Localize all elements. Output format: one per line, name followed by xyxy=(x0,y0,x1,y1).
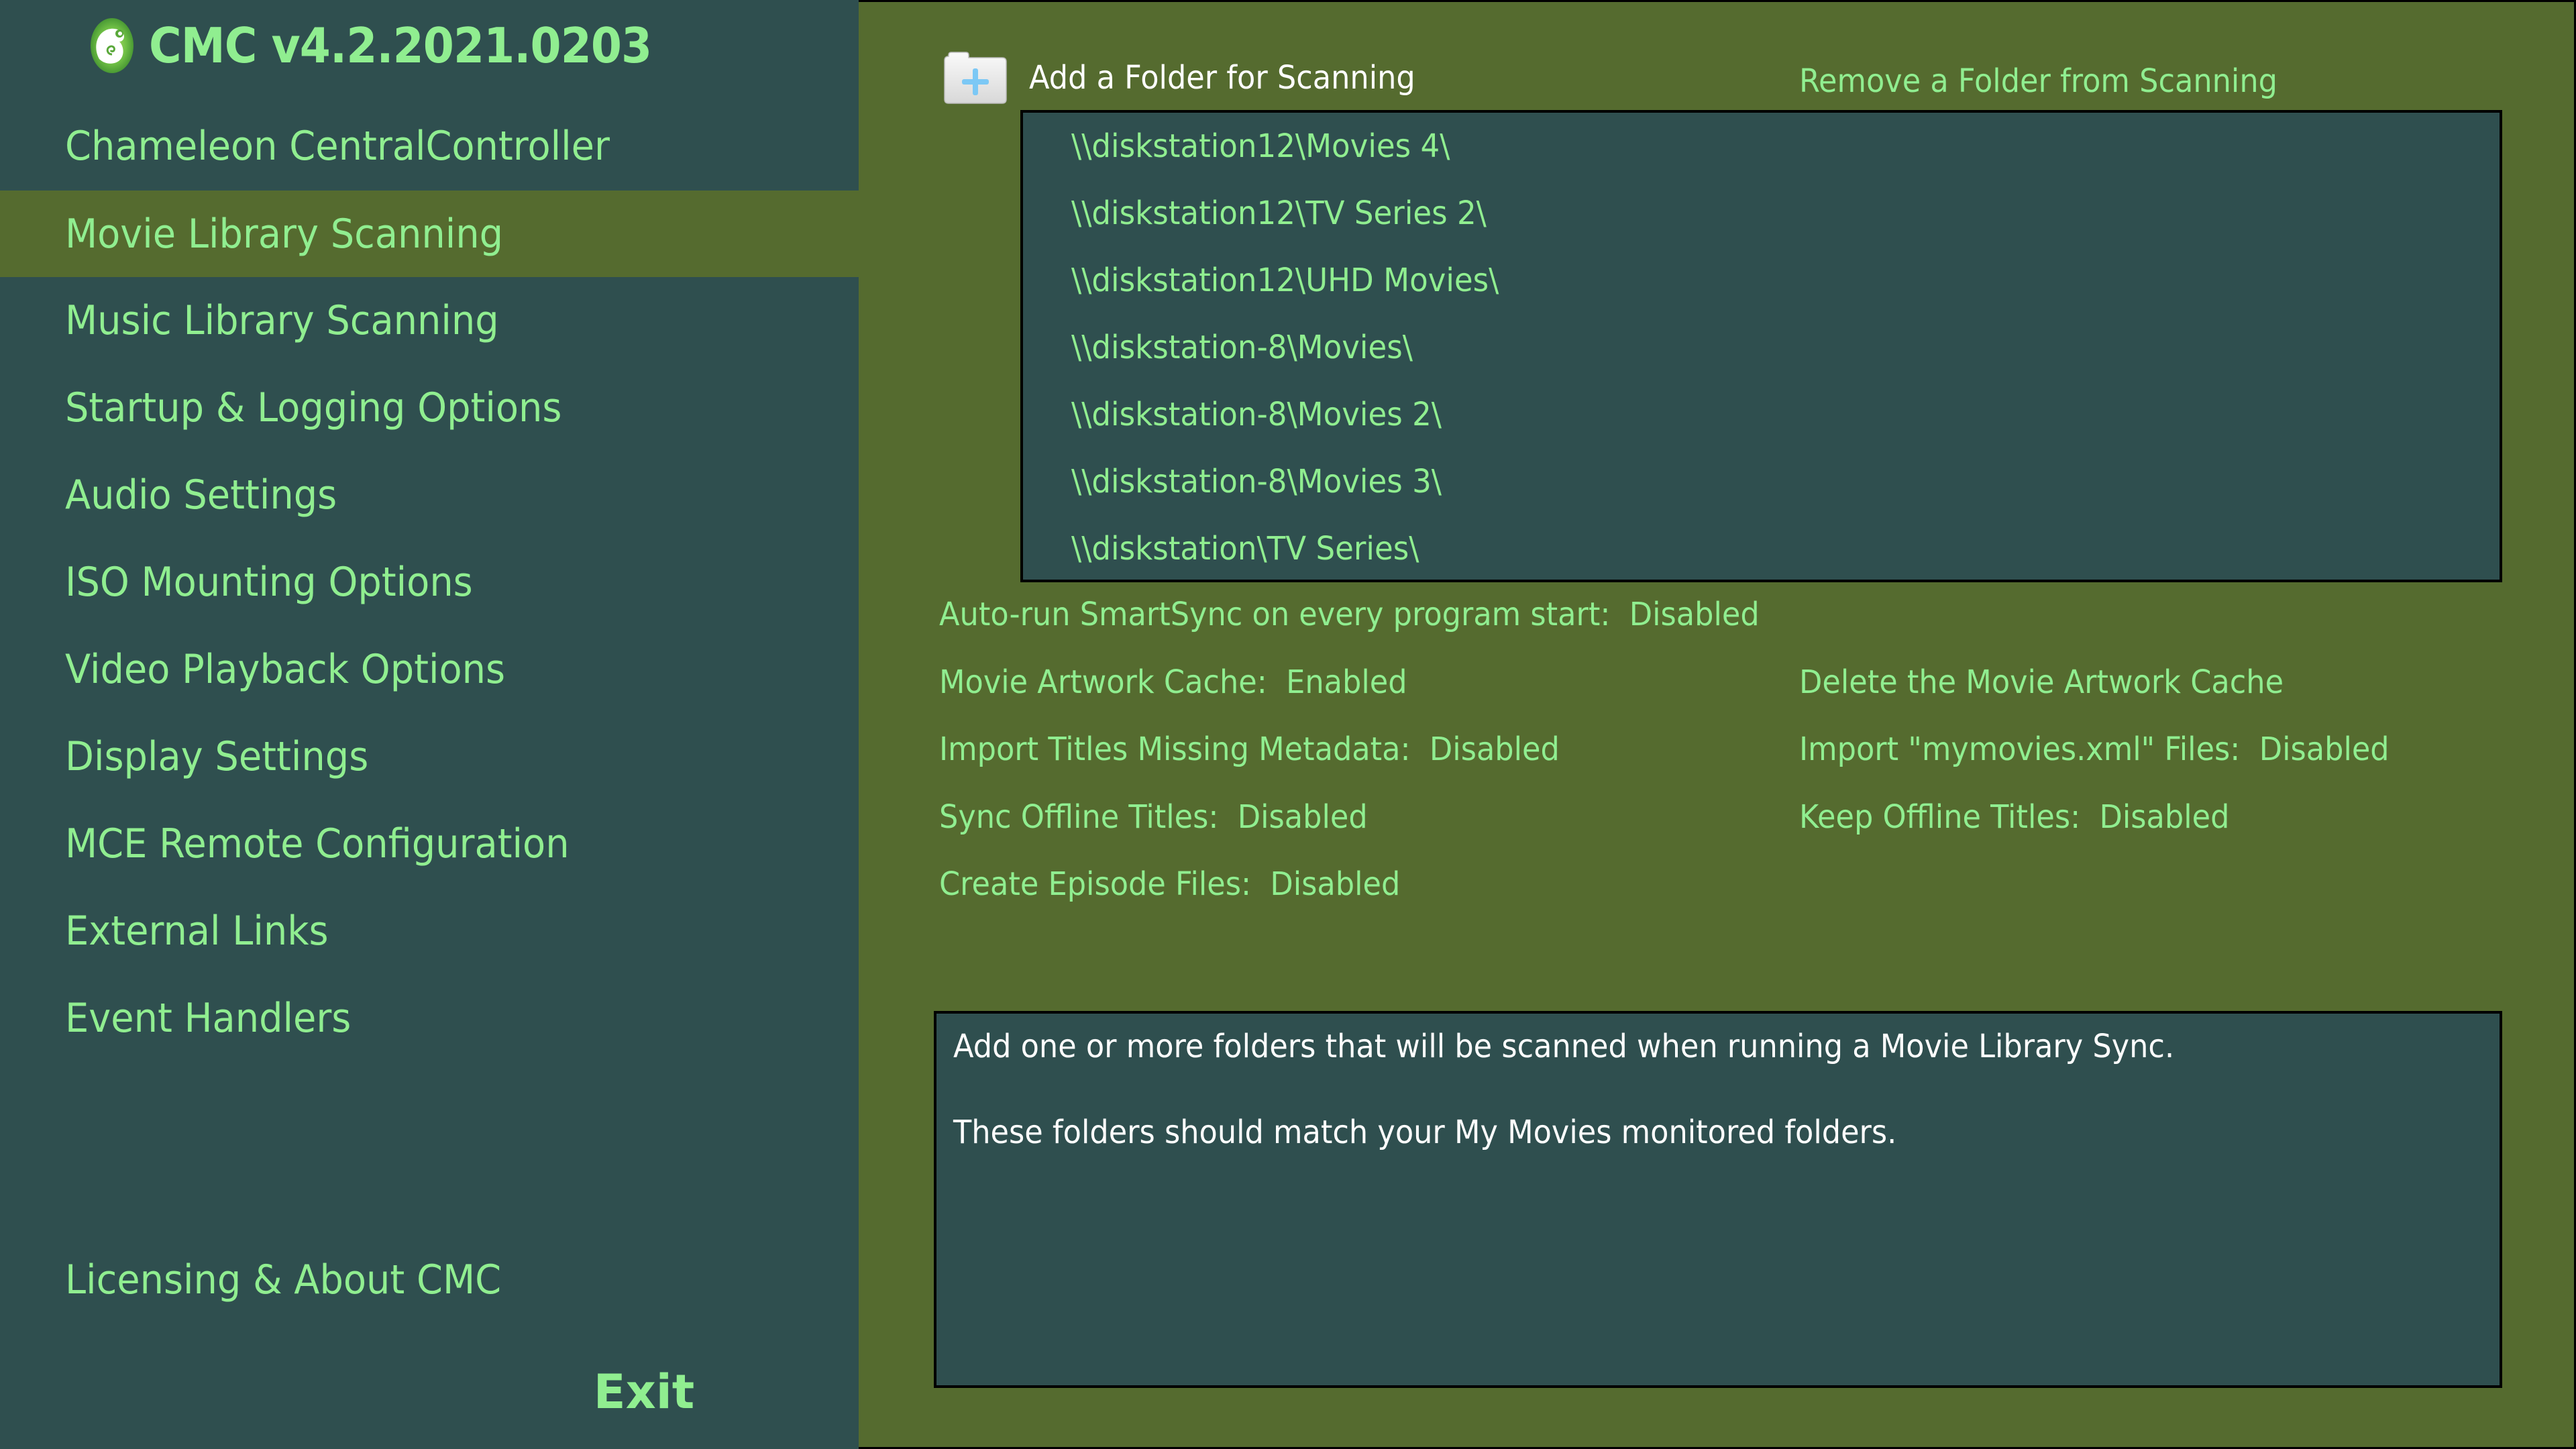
chameleon-logo-icon xyxy=(91,18,133,73)
sidebar-item-label: Video Playback Options xyxy=(65,646,506,693)
setting-value: Disabled xyxy=(1270,865,1401,903)
sidebar-item-label: Licensing & About CMC xyxy=(65,1256,502,1303)
setting-keep-offline-titles[interactable]: Keep Offline Titles: Disabled xyxy=(1799,794,2229,841)
setting-import-titles-missing-metadata[interactable]: Import Titles Missing Metadata: Disabled xyxy=(939,726,1560,773)
setting-import-mymovies-xml[interactable]: Import "mymovies.xml" Files: Disabled xyxy=(1799,726,2390,773)
setting-label: Sync Offline Titles: xyxy=(939,798,1219,836)
setting-value: Enabled xyxy=(1286,663,1407,701)
sidebar-item-label: Music Library Scanning xyxy=(65,297,499,344)
setting-movie-artwork-cache[interactable]: Movie Artwork Cache: Enabled xyxy=(939,659,1407,706)
sidebar-item-event-handlers[interactable]: Event Handlers xyxy=(0,975,859,1062)
sidebar-item-video-playback-options[interactable]: Video Playback Options xyxy=(0,626,859,713)
delete-artwork-cache-link[interactable]: Delete the Movie Artwork Cache xyxy=(1799,659,2284,706)
folder-list-item[interactable]: \\diskstation12\UHD Movies\ xyxy=(1071,250,1499,311)
remove-folder-link[interactable]: Remove a Folder from Scanning xyxy=(1799,61,2277,101)
folder-list-item[interactable]: \\diskstation-8\Movies 3\ xyxy=(1071,451,1442,512)
sidebar-item-label: Startup & Logging Options xyxy=(65,384,562,431)
setting-label: Create Episode Files: xyxy=(939,865,1252,903)
setting-create-episode-files[interactable]: Create Episode Files: Disabled xyxy=(939,861,1400,908)
sidebar-item-label: MCE Remote Configuration xyxy=(65,820,570,867)
setting-value: Disabled xyxy=(2099,798,2230,836)
setting-label: Movie Artwork Cache: xyxy=(939,663,1267,701)
folder-list-item[interactable]: \\diskstation12\TV Series 2\ xyxy=(1071,183,1487,244)
description-box: Add one or more folders that will be sca… xyxy=(934,1011,2502,1388)
add-folder-button[interactable]: Add a Folder for Scanning xyxy=(943,48,1444,108)
folder-list-item[interactable]: \\diskstation-8\Movies\ xyxy=(1071,317,1413,378)
sidebar-item-label: External Links xyxy=(65,908,329,955)
setting-label: Auto-run SmartSync on every program star… xyxy=(939,596,1611,633)
setting-auto-run-smartsync[interactable]: Auto-run SmartSync on every program star… xyxy=(939,591,1760,638)
sidebar-item-label: Audio Settings xyxy=(65,472,337,519)
sidebar-item-label: Display Settings xyxy=(65,733,369,780)
setting-label: Import "mymovies.xml" Files: xyxy=(1799,731,2241,768)
folder-list[interactable]: \\diskstation12\Movies 4\ \\diskstation1… xyxy=(1020,110,2502,582)
main-panel: Add a Folder for Scanning Remove a Folde… xyxy=(859,0,2576,1449)
setting-label: Import Titles Missing Metadata: xyxy=(939,731,1411,768)
setting-value: Disabled xyxy=(1429,731,1560,768)
sidebar-item-startup-logging-options[interactable]: Startup & Logging Options xyxy=(0,364,859,451)
sidebar-item-external-links[interactable]: External Links xyxy=(0,888,859,975)
sidebar-item-audio-settings[interactable]: Audio Settings xyxy=(0,451,859,539)
folder-list-item[interactable]: \\diskstation12\Movies 4\ xyxy=(1071,116,1450,176)
sidebar-item-movie-library-scanning[interactable]: Movie Library Scanning xyxy=(0,191,859,277)
sidebar: CMC v4.2.2021.0203 Chameleon CentralCont… xyxy=(0,0,859,1449)
folder-list-item[interactable]: \\diskstation\TV Series\ xyxy=(1071,519,1419,579)
sidebar-item-label: ISO Mounting Options xyxy=(65,559,473,606)
sidebar-item-music-library-scanning[interactable]: Music Library Scanning xyxy=(0,277,859,364)
sidebar-item-label: Chameleon CentralController xyxy=(65,123,610,170)
setting-sync-offline-titles[interactable]: Sync Offline Titles: Disabled xyxy=(939,794,1368,841)
setting-value: Disabled xyxy=(1629,596,1760,633)
sidebar-item-chameleon-centralcontroller[interactable]: Chameleon CentralController xyxy=(0,103,859,190)
app-title: CMC v4.2.2021.0203 xyxy=(90,12,695,79)
description-line: These folders should match your My Movie… xyxy=(953,1114,1897,1151)
sidebar-item-iso-mounting-options[interactable]: ISO Mounting Options xyxy=(0,539,859,626)
setting-value: Disabled xyxy=(1237,798,1368,836)
folder-add-icon xyxy=(944,52,1007,104)
add-folder-label: Add a Folder for Scanning xyxy=(1029,59,1415,97)
sidebar-item-label: Movie Library Scanning xyxy=(65,210,504,258)
sidebar-item-label: Event Handlers xyxy=(65,995,352,1042)
sidebar-item-mce-remote-configuration[interactable]: MCE Remote Configuration xyxy=(0,800,859,888)
sidebar-item-display-settings[interactable]: Display Settings xyxy=(0,713,859,800)
folder-list-item[interactable]: \\diskstation-8\Movies 2\ xyxy=(1071,384,1442,445)
sidebar-item-licensing-about[interactable]: Licensing & About CMC xyxy=(0,1236,859,1324)
app-title-text: CMC v4.2.2021.0203 xyxy=(149,17,652,74)
description-line: Add one or more folders that will be sca… xyxy=(953,1028,2175,1065)
setting-value: Disabled xyxy=(2259,731,2390,768)
setting-label: Keep Offline Titles: xyxy=(1799,798,2081,836)
exit-button[interactable]: Exit xyxy=(590,1355,698,1429)
